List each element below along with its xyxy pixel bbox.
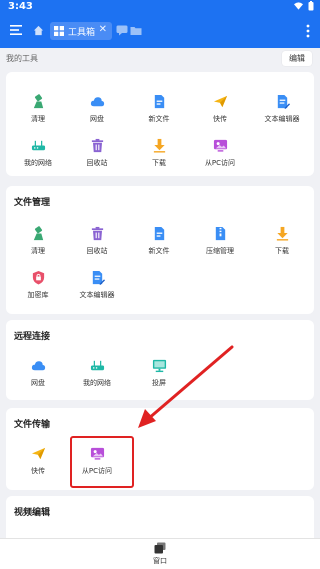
tool-label: 快传 [213, 115, 227, 123]
system-icons [294, 1, 314, 11]
section-title: 文件传输 [14, 420, 51, 430]
cast-icon [152, 358, 167, 373]
new-file-icon [152, 226, 167, 241]
tool-label: 回收站 [86, 247, 108, 255]
tool-cloud-drive[interactable]: 网盘 [71, 94, 123, 134]
paper-plane-icon [213, 94, 228, 109]
tool-download[interactable]: 下载 [133, 138, 185, 178]
tool-archive-manager[interactable]: 压缩管理 [194, 226, 246, 266]
tab-label: 工具箱 [68, 27, 96, 38]
tool-quick-transfer[interactable]: 快传 [194, 94, 246, 134]
more-options-icon[interactable] [306, 24, 310, 38]
broom-icon [31, 94, 46, 109]
tool-label: 我的网络 [83, 379, 111, 387]
folder-icon[interactable] [130, 25, 142, 36]
wifi-icon [294, 2, 303, 10]
cloud-icon [90, 94, 105, 109]
trash-icon [90, 226, 105, 241]
section-title: 远程连接 [14, 332, 51, 342]
tool-text-editor[interactable]: 文本编辑器 [256, 94, 308, 134]
archive-icon [213, 226, 228, 241]
tool-my-network[interactable]: 我的网络 [12, 138, 64, 178]
tool-label: 投屏 [152, 379, 166, 387]
tool-label: 网盘 [31, 379, 45, 387]
edit-button[interactable]: 编辑 [282, 51, 312, 66]
trash-icon [90, 138, 105, 153]
tool-label: 新文件 [148, 115, 170, 123]
tool-text-editor[interactable]: 文本编辑器 [71, 270, 123, 310]
window-button[interactable]: 窗口 [144, 542, 176, 568]
menu-icon[interactable] [9, 23, 23, 37]
tool-recycle-bin[interactable]: 回收站 [71, 138, 123, 178]
tool-download[interactable]: 下载 [256, 226, 308, 266]
tool-quick-transfer[interactable]: 快传 [12, 446, 64, 486]
tool-label: 回收站 [86, 159, 108, 167]
tool-new-file[interactable]: 新文件 [133, 226, 185, 266]
tool-label: 清理 [31, 115, 45, 123]
tool-label: 压缩管理 [206, 247, 234, 255]
tool-encrypted-vault[interactable]: 加密库 [12, 270, 64, 310]
close-icon[interactable]: ✕ [99, 25, 107, 35]
paper-plane-icon [31, 446, 46, 461]
tool-clean[interactable]: 清理 [12, 94, 64, 134]
router-icon [90, 358, 105, 373]
window-label: 窗口 [153, 557, 167, 565]
broom-icon [31, 226, 46, 241]
tool-label: 从PC访问 [204, 159, 236, 167]
tool-label: 新文件 [148, 247, 170, 255]
tool-cloud-drive[interactable]: 网盘 [12, 358, 64, 398]
tool-label: 下载 [275, 247, 289, 255]
tool-label: 加密库 [27, 291, 49, 299]
pc-access-icon [213, 138, 228, 153]
tab-toolbox[interactable]: 工具箱 ✕ [50, 22, 112, 40]
new-file-icon [152, 94, 167, 109]
text-editor-icon [275, 94, 290, 109]
tool-clean[interactable]: 清理 [12, 226, 64, 266]
my-tools-card: 清理 网盘 新文件 快传 文本编辑器 我的网络 回收站 下载 从PC访问 [6, 72, 314, 176]
download-icon [275, 226, 290, 241]
my-tools-title: 我的工具 [6, 54, 38, 63]
text-editor-icon [90, 270, 105, 285]
tool-label: 网盘 [90, 115, 104, 123]
tool-label: 清理 [31, 247, 45, 255]
file-transfer-card: 文件传输 快传 从PC访问 [6, 408, 314, 490]
highlight-box [70, 436, 134, 488]
section-title: 文件管理 [14, 198, 51, 208]
tool-label: 我的网络 [24, 159, 52, 167]
remote-connection-card: 远程连接 网盘 我的网络 投屏 [6, 320, 314, 400]
tool-label: 下载 [152, 159, 166, 167]
section-title: 视频编辑 [14, 508, 51, 518]
tool-my-network[interactable]: 我的网络 [71, 358, 123, 398]
home-icon[interactable] [33, 25, 44, 36]
file-management-card: 文件管理 清理 回收站 新文件 压缩管理 下载 加密库 文本编辑器 [6, 186, 314, 314]
bottom-bar: 窗口 [0, 538, 320, 569]
battery-icon [308, 1, 314, 11]
tool-label: 快传 [31, 467, 45, 475]
tool-access-from-pc[interactable]: 从PC访问 [194, 138, 246, 178]
download-icon [152, 138, 167, 153]
tool-label: 文本编辑器 [264, 115, 300, 123]
top-bar: 工具箱 ✕ [0, 14, 320, 48]
status-time: 3:43 [8, 1, 33, 12]
tool-new-file[interactable]: 新文件 [133, 94, 185, 134]
window-icon [154, 542, 166, 554]
status-bar: 3:43 [0, 0, 320, 14]
tool-recycle-bin[interactable]: 回收站 [71, 226, 123, 266]
my-tools-header: 我的工具 编辑 [0, 48, 320, 70]
tool-label: 文本编辑器 [79, 291, 115, 299]
tool-screen-cast[interactable]: 投屏 [133, 358, 185, 398]
chat-icon[interactable] [116, 25, 128, 36]
grid-icon [54, 26, 64, 36]
shield-icon [31, 270, 46, 285]
router-icon [31, 138, 46, 153]
cloud-icon [31, 358, 46, 373]
